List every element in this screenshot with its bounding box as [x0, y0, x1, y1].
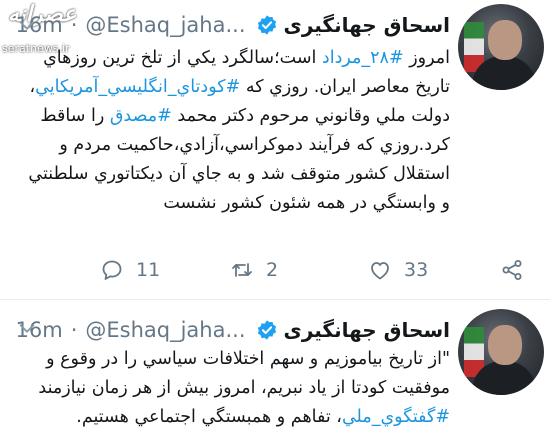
tweet-text: امروز: [403, 48, 450, 68]
like-count: 33: [404, 259, 429, 281]
display-name[interactable]: اسحاق جهانگيری: [284, 318, 451, 342]
verified-badge-icon: [257, 15, 276, 35]
chevron-down-icon[interactable]: [16, 14, 38, 36]
reply-count: 11: [136, 259, 161, 281]
avatar-face: [488, 325, 522, 365]
retweet-button[interactable]: 2: [230, 252, 278, 288]
avatar[interactable]: [458, 309, 544, 395]
handle[interactable]: @Eshaq_jaha...: [85, 318, 245, 342]
share-button[interactable]: [500, 252, 524, 288]
chevron-down-icon[interactable]: [16, 317, 38, 339]
tweet-text: ، تفاهم و همبستگي اجتماعي هستيم.: [76, 407, 342, 427]
tweet: عصرانه seratnews.ir اسحاق جهانگيری @Esha…: [0, 0, 550, 300]
hashtag-link[interactable]: #گفتگوي_ملي: [342, 407, 450, 427]
reply-button[interactable]: 11: [100, 252, 160, 288]
retweet-icon: [232, 263, 252, 277]
share-icon: [502, 260, 522, 280]
tweet: اسحاق جهانگيری @Eshaq_jaha... · 16m "از …: [0, 301, 550, 433]
like-icon: [371, 262, 389, 280]
retweet-count: 2: [266, 259, 279, 281]
verified-badge-icon: [257, 320, 276, 340]
hashtag-link[interactable]: #كودتاي_انگليسي_آمريكايي: [35, 77, 240, 97]
separator-dot: ·: [70, 13, 78, 37]
reply-icon: [102, 260, 122, 280]
handle[interactable]: @Eshaq_jaha...: [85, 13, 245, 37]
tweet-header: اسحاق جهانگيری @Eshaq_jaha... · 16m: [16, 315, 451, 345]
tweet-body: "از تاريخ بياموزيم و سهم اختلافات سياسي …: [20, 345, 450, 432]
tweet-body: امروز #۲۸_مرداد است؛سالگرد يكي از تلخ تر…: [20, 44, 450, 218]
separator-dot: ·: [70, 318, 78, 342]
hashtag-link[interactable]: #۲۸_مرداد: [322, 48, 404, 68]
like-button[interactable]: 33: [368, 252, 428, 288]
avatar-face: [488, 20, 522, 60]
avatar[interactable]: [458, 4, 544, 90]
tweet-header: اسحاق جهانگيری @Eshaq_jaha... · 16m: [16, 10, 451, 40]
tweet-text: "از تاريخ بياموزيم و سهم اختلافات سياسي …: [38, 349, 450, 398]
display-name[interactable]: اسحاق جهانگيری: [284, 13, 451, 37]
tweet-actions: 11 2 33: [0, 252, 550, 288]
hashtag-link[interactable]: #مصدق: [110, 106, 172, 126]
